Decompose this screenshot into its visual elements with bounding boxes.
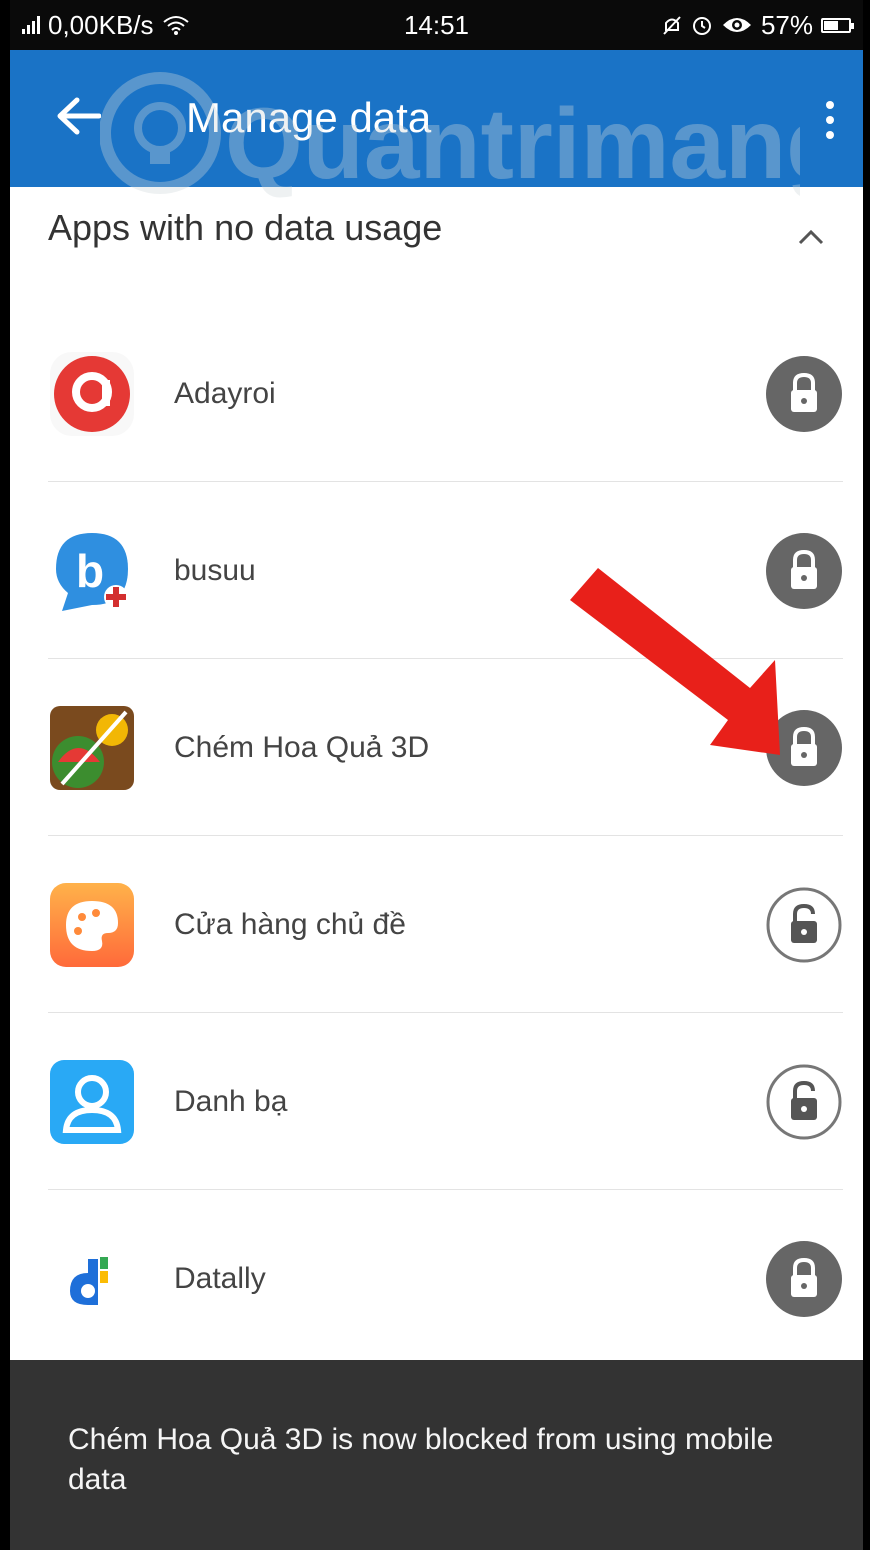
battery-percent: 57% — [760, 9, 813, 40]
unlock-icon[interactable] — [765, 886, 843, 964]
battery-icon — [821, 17, 854, 33]
list-item-danh-ba[interactable]: Danh bạ — [10, 1013, 863, 1190]
chevron-up-icon — [798, 229, 824, 245]
collapse-button[interactable] — [789, 215, 833, 259]
list-item-chem-hoa-qua[interactable]: Chém Hoa Quả 3D — [10, 659, 863, 836]
more-vertical-icon — [826, 101, 834, 139]
unlock-icon[interactable] — [765, 1063, 843, 1141]
status-right: 57% — [661, 9, 854, 41]
arrow-left-icon — [57, 97, 101, 135]
status-left: 0,00KB/s — [22, 10, 190, 41]
more-options-button[interactable] — [815, 90, 845, 150]
network-speed: 0,00KB/s — [48, 9, 154, 40]
app-name: Chém Hoa Quả 3D — [174, 730, 430, 764]
lock-icon[interactable] — [765, 709, 843, 787]
lock-icon[interactable] — [765, 355, 843, 433]
adayroi-app-icon — [50, 351, 134, 436]
list-item-datally[interactable]: Datally — [10, 1190, 863, 1367]
app-name: Datally — [174, 1261, 266, 1295]
app-name: Adayroi — [174, 376, 276, 410]
list-item-busuu[interactable]: b busuu — [10, 482, 863, 659]
phone-screen: 0,00KB/s 14:51 57% Manage data Quantrima… — [10, 0, 863, 1550]
contacts-app-icon — [50, 1059, 134, 1144]
back-button[interactable] — [48, 86, 108, 146]
silent-icon — [663, 16, 681, 35]
page-title: Manage data — [186, 94, 432, 141]
app-bar: Manage data — [10, 50, 863, 187]
lock-icon[interactable] — [765, 532, 843, 610]
wifi-icon — [162, 16, 189, 35]
busuu-app-icon: b — [56, 532, 128, 611]
alarm-icon — [692, 17, 711, 35]
lock-icon[interactable] — [765, 1240, 843, 1318]
theme-store-app-icon — [50, 882, 134, 967]
svg-text:b: b — [76, 545, 104, 597]
status-bar: 0,00KB/s 14:51 57% — [10, 0, 863, 50]
app-name: Cửa hàng chủ đề — [174, 907, 406, 941]
snackbar-message: Chém Hoa Quả 3D is now blocked from usin… — [68, 1423, 774, 1496]
app-name: Danh bạ — [174, 1084, 288, 1118]
app-name: busuu — [174, 553, 256, 587]
eye-icon — [722, 18, 751, 32]
snackbar: Chém Hoa Quả 3D is now blocked from usin… — [10, 1360, 863, 1550]
section-title: Apps with no data usage — [48, 207, 443, 248]
chem-hoa-qua-app-icon — [50, 705, 134, 790]
list-item-adayroi[interactable]: Adayroi — [10, 305, 863, 482]
datally-app-icon — [50, 1236, 134, 1321]
list-item-cua-hang-chu-de[interactable]: Cửa hàng chủ đề — [10, 836, 863, 1013]
signal-icon — [22, 16, 40, 34]
section-header[interactable]: Apps with no data usage — [10, 187, 863, 277]
